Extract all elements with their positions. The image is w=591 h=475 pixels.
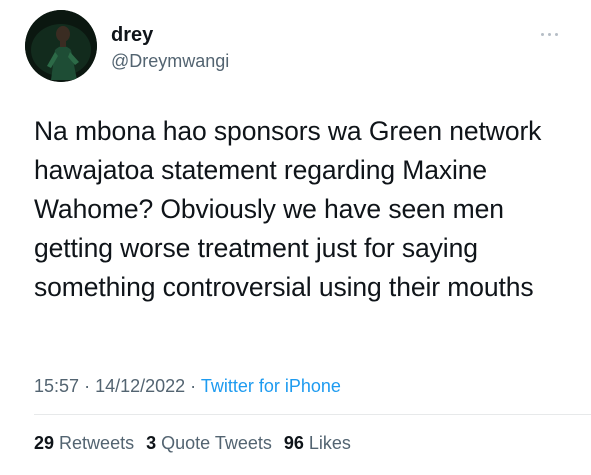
tweet-date[interactable]: 14/12/2022 — [95, 376, 185, 396]
meta-separator: · — [84, 376, 96, 396]
author-block: drey @Dreymwangi — [111, 24, 229, 72]
quote-tweets-stat[interactable]: 3 Quote Tweets — [146, 431, 272, 455]
dot — [555, 32, 558, 36]
dot — [548, 32, 551, 36]
likes-label: Likes — [308, 433, 351, 453]
quote-tweets-count: 3 — [146, 433, 157, 453]
display-name[interactable]: drey — [111, 24, 229, 46]
meta-separator: · — [190, 376, 201, 396]
tweet-meta: 15:57 · 14/12/2022 · Twitter for iPhone — [34, 374, 341, 398]
more-dots-icon[interactable] — [541, 30, 565, 38]
divider — [34, 414, 591, 415]
retweets-label: Retweets — [59, 433, 135, 453]
tweet-stats: 29 Retweets 3 Quote Tweets 96 Likes — [34, 431, 351, 455]
tweet-source-link[interactable]: Twitter for iPhone — [201, 376, 341, 396]
retweets-count: 29 — [34, 433, 55, 453]
likes-stat[interactable]: 96 Likes — [284, 431, 351, 455]
likes-count: 96 — [283, 433, 304, 453]
dot — [541, 32, 544, 36]
tweet-time[interactable]: 15:57 — [34, 376, 79, 396]
quote-tweets-label: Quote Tweets — [161, 433, 272, 453]
avatar[interactable] — [25, 10, 97, 82]
handle[interactable]: @Dreymwangi — [111, 50, 229, 72]
tweet-text: Na mbona hao sponsors wa Green network h… — [34, 116, 542, 302]
retweets-stat[interactable]: 29 Retweets — [34, 431, 134, 455]
tweet-card: drey @Dreymwangi Na mbona hao sponsors w… — [0, 0, 591, 475]
